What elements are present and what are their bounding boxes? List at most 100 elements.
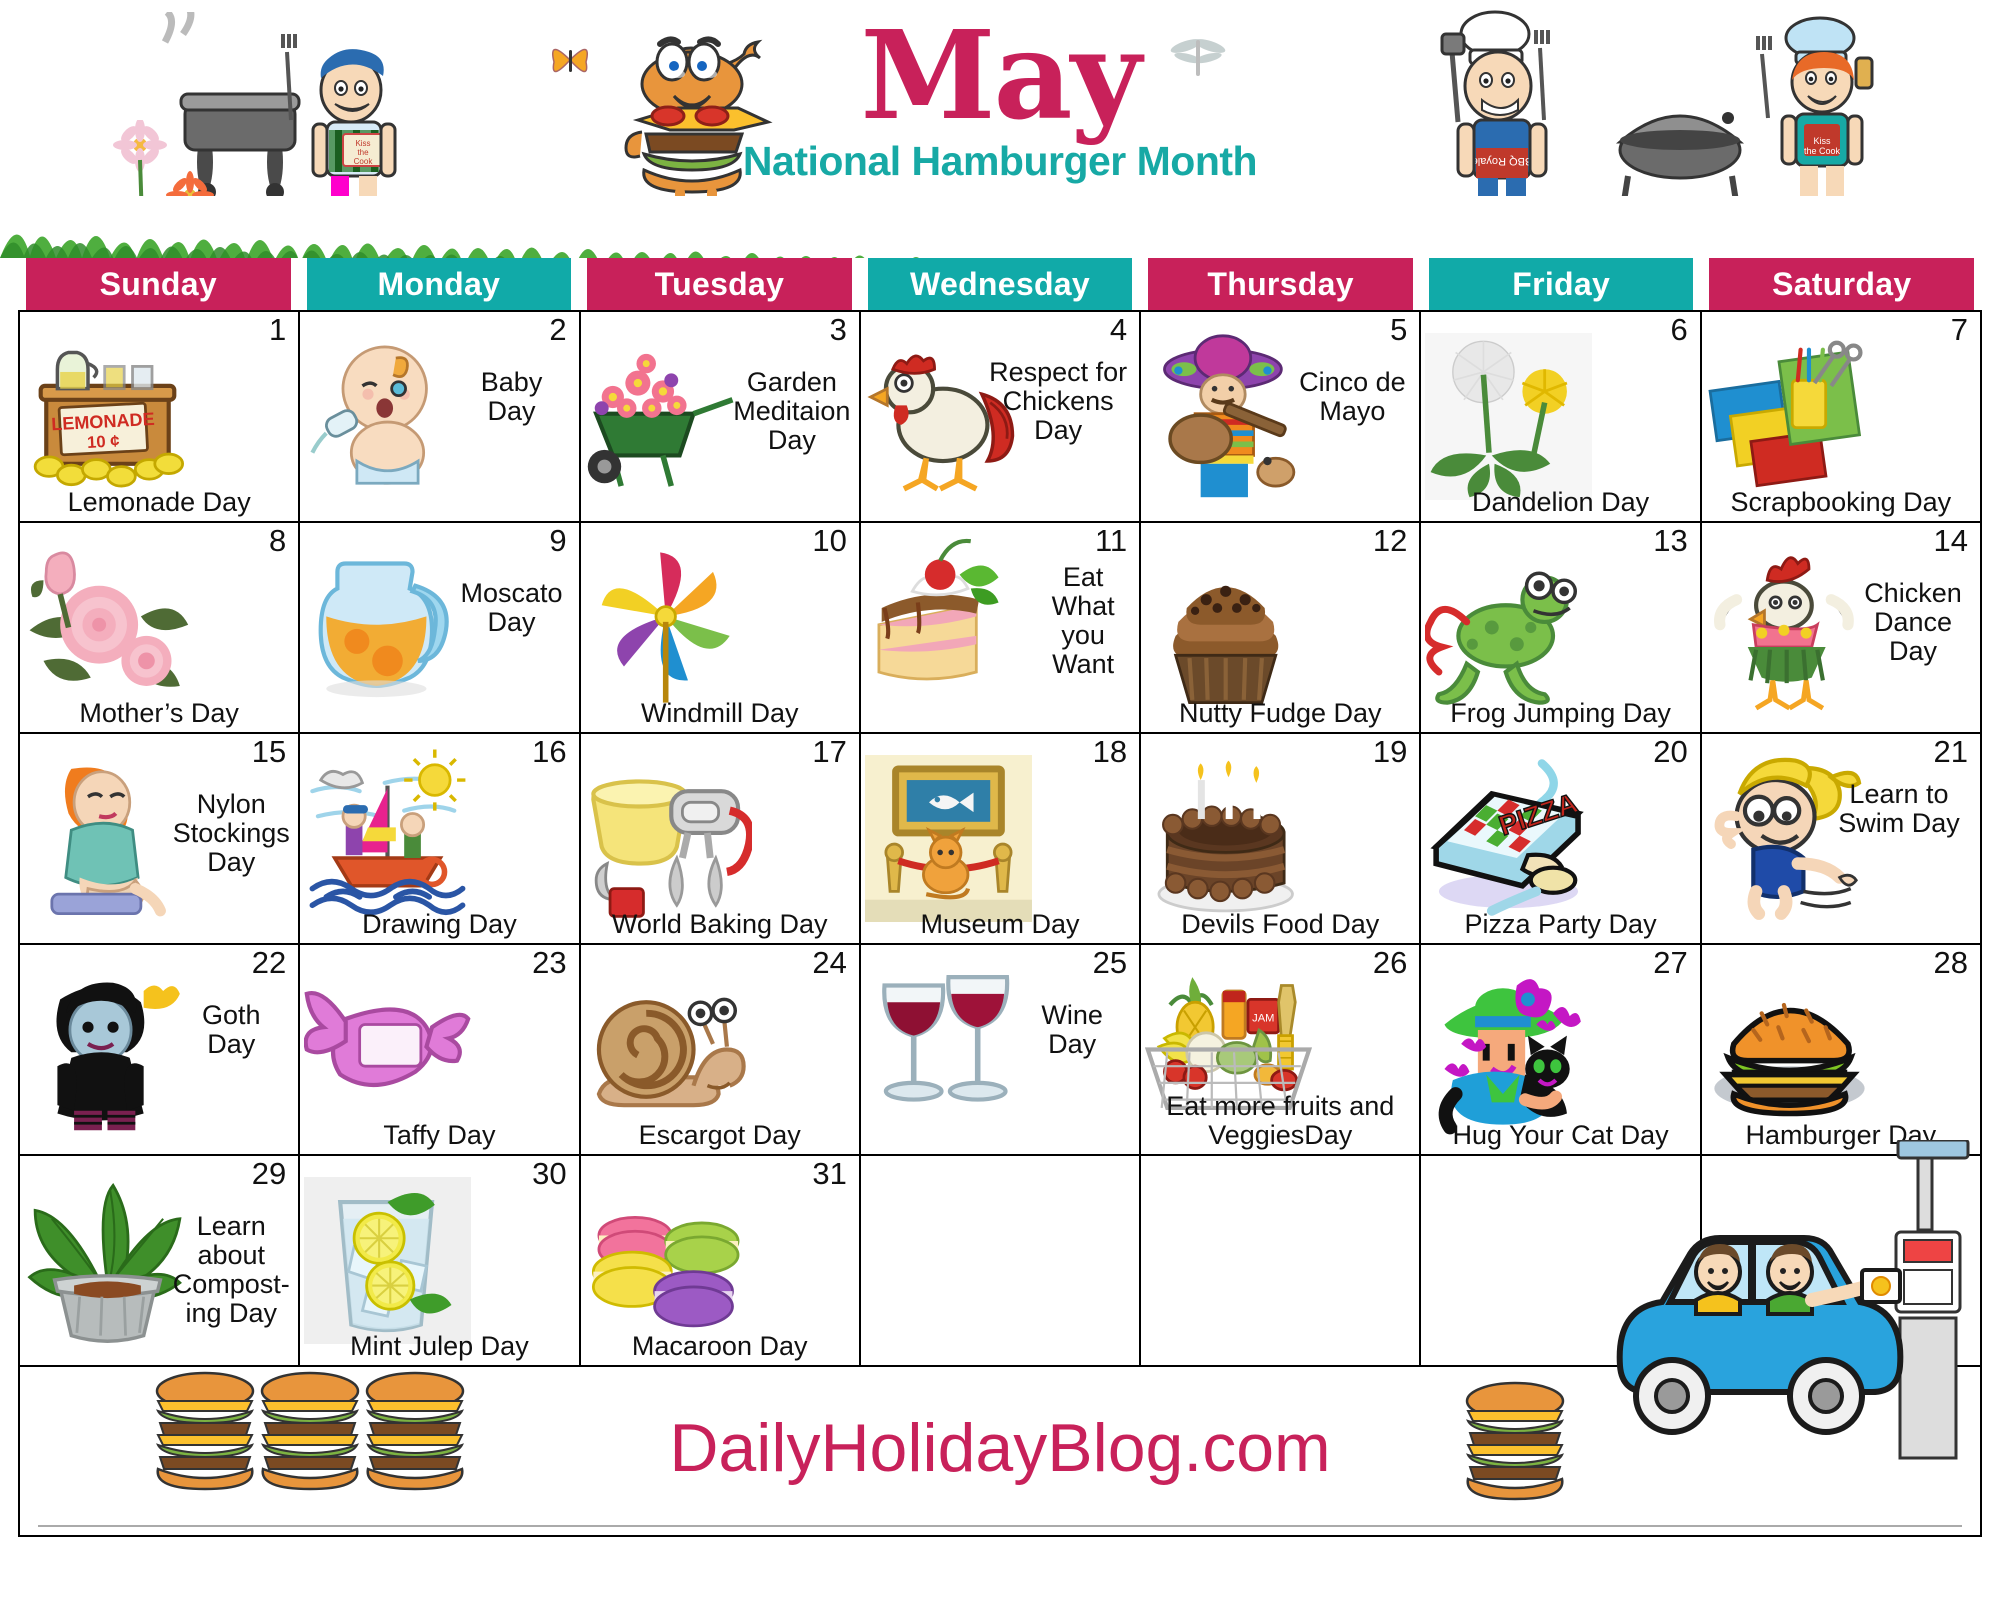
day-number: 6 (1670, 312, 1688, 347)
calendar-day-cell-10[interactable]: 10 Windmill Day (581, 523, 861, 732)
calendar-week-row: 22 Goth Day 23 Taffy Day 24 Escargot Day (20, 945, 1980, 1156)
svg-text:JAM: JAM (1252, 1013, 1274, 1025)
svg-text:Kiss: Kiss (355, 139, 370, 148)
day-number: 27 (1653, 945, 1688, 980)
calendar-day-cell-14[interactable]: 14 Chicken Dance Day (1702, 523, 1980, 732)
calendar-day-cell-6[interactable]: 6 Dandelion Day (1421, 312, 1702, 521)
calendar-day-cell-31[interactable]: 31 Macaroon Day (581, 1156, 861, 1365)
holiday-label: Windmill Day (640, 697, 799, 728)
holiday-label: Learn about Compost- ing Day (172, 1211, 290, 1329)
potted-plant-icon (24, 1160, 191, 1361)
day-number: 17 (812, 734, 847, 769)
holiday-label: Museum Day (920, 908, 1080, 939)
weekday-header-thursday: Thursday (1148, 258, 1413, 310)
calendar-banner: Kiss the Cook BBQ Royale Kiss the Cook M… (0, 0, 2000, 258)
day-number: 18 (1092, 734, 1128, 769)
holiday-label: Scrapbooking Day (1730, 486, 1952, 517)
day-number: 13 (1653, 523, 1688, 558)
day-number: 22 (251, 945, 287, 980)
holiday-label: Wine Day (1041, 1000, 1103, 1060)
day-number: 21 (1933, 734, 1968, 769)
holiday-label: Respect for Chickens Day (989, 357, 1128, 446)
weekday-header-saturday: Saturday (1709, 258, 1975, 310)
svg-text:BBQ Royale: BBQ Royale (1472, 155, 1533, 167)
calendar-day-cell-22[interactable]: 22 Goth Day (20, 945, 301, 1154)
calendar-day-cell-8[interactable]: 8 Mother’s Day (20, 523, 301, 732)
svg-text:the Cook: the Cook (1804, 146, 1841, 156)
cake-slice-icon (865, 527, 1032, 728)
weekday-header-sunday: Sunday (26, 258, 291, 310)
holiday-label: Frog Jumping Day (1450, 697, 1671, 728)
day-number: 16 (532, 734, 567, 769)
weekday-header-friday: Friday (1428, 258, 1694, 310)
holiday-label: Nylon Stockings Day (172, 789, 290, 878)
footer-rule (38, 1525, 1962, 1527)
calendar-day-cell-28[interactable]: 28 Hamburger Day (1702, 945, 1980, 1154)
day-number: 10 (812, 523, 847, 558)
calendar-day-cell-7[interactable]: 7 Scrapbooking Day (1702, 312, 1980, 521)
calendar-day-cell-21[interactable]: 21 Learn to Swim Day (1702, 734, 1980, 943)
day-number: 4 (1109, 312, 1128, 347)
wheelbarrow-flowers-icon (585, 316, 752, 517)
calendar-day-cell-20[interactable]: PIZZA 20 Pizza Party Day (1421, 734, 1702, 943)
calendar-day-cell-24[interactable]: 24 Escargot Day (581, 945, 861, 1154)
calendar-week-row: 8 Mother’s Day 9 Moscato Day 10 Windmill Da… (20, 523, 1980, 734)
day-number: 24 (812, 945, 847, 980)
calendar-day-cell-16[interactable]: 16 Drawing Day (300, 734, 581, 943)
calendar-day-cell-30[interactable]: 30 Mint Julep Day (300, 1156, 581, 1365)
calendar-day-cell-2[interactable]: 2 Baby Day (300, 312, 581, 521)
calendar-day-cell-13[interactable]: 13 Frog Jumping Day (1421, 523, 1702, 732)
holiday-label: Nutty Fudge Day (1178, 697, 1382, 728)
calendar-day-cell-4[interactable]: 4 Respect for Chickens Day (861, 312, 1142, 521)
calendar-day-cell-19[interactable]: 19 Devils Food Day (1141, 734, 1422, 943)
calendar-day-cell-23[interactable]: 23 Taffy Day (300, 945, 581, 1154)
calendar-day-cell-empty (861, 1156, 1142, 1365)
calendar-day-cell-26[interactable]: JAM 26 Eat more fruits and VeggiesDay (1141, 945, 1422, 1154)
calendar-week-row: 15 Nylon Stockings Day 16 Drawing Day 17… (20, 734, 1980, 945)
holiday-label: Goth Day (202, 1000, 261, 1060)
holiday-label: Eat What you Want (1051, 562, 1115, 680)
holiday-label: World Baking Day (611, 908, 828, 939)
calendar-day-cell-12[interactable]: 12 Nutty Fudge Day (1141, 523, 1422, 732)
svg-text:Kiss: Kiss (1813, 136, 1831, 146)
page-subtitle: National Hamburger Month (742, 138, 1258, 184)
calendar-day-cell-29[interactable]: 29 Learn about Compost- ing Day (20, 1156, 301, 1365)
day-number: 5 (1390, 312, 1408, 347)
holiday-label: Mint Julep Day (350, 1330, 529, 1361)
swimmer-kid-icon (1706, 738, 1873, 939)
day-number: 23 (532, 945, 567, 980)
title-block: May National Hamburger Month (720, 14, 1280, 185)
calendar-day-cell-5[interactable]: 5 Cinco de Mayo (1141, 312, 1422, 521)
calendar-day-cell-1[interactable]: LEMONADE 10 ¢ 1 Lemonade Day (20, 312, 301, 521)
svg-text:Cook: Cook (354, 157, 374, 166)
single-burger-art (1465, 1381, 1565, 1501)
holiday-label: Chicken Dance Day (1864, 578, 1962, 667)
day-number: 8 (269, 523, 287, 558)
calendar-day-cell-17[interactable]: 17 World Baking Day (581, 734, 861, 943)
calendar-day-cell-9[interactable]: 9 Moscato Day (300, 523, 581, 732)
holiday-label: Pizza Party Day (1464, 908, 1657, 939)
holiday-label: Learn to Swim Day (1838, 779, 1960, 839)
mariachi-icon (1145, 316, 1312, 517)
calendar-day-cell-11[interactable]: 11 Eat What you Want (861, 523, 1142, 732)
holiday-label: Dandelion Day (1471, 486, 1650, 517)
site-url[interactable]: DailyHolidayBlog.com (669, 1409, 1330, 1487)
calendar-day-cell-27[interactable]: 27 Hug Your Cat Day (1421, 945, 1702, 1154)
holiday-label: Macaroon Day (631, 1330, 808, 1361)
day-number: 31 (812, 1156, 847, 1191)
calendar-day-cell-15[interactable]: 15 Nylon Stockings Day (20, 734, 301, 943)
day-number: 12 (1372, 523, 1408, 558)
weekday-header-tuesday: Tuesday (587, 258, 852, 310)
drive-thru-car-art (1616, 1140, 1970, 1460)
calendar-page: Kiss the Cook BBQ Royale Kiss the Cook M… (0, 0, 2000, 1610)
calendar-day-cell-3[interactable]: 3 Garden Meditaion Day (581, 312, 861, 521)
calendar-day-cell-18[interactable]: 18 Museum Day (861, 734, 1142, 943)
stacked-burgers-art (155, 1371, 465, 1491)
calendar-day-cell-25[interactable]: 25 Wine Day (861, 945, 1142, 1154)
day-number: 1 (269, 312, 287, 347)
holiday-label: Lemonade Day (67, 486, 251, 517)
juice-pitcher-icon (304, 527, 471, 728)
holiday-label: Eat more fruits and VeggiesDay (1166, 1090, 1395, 1150)
weekday-header-row: Sunday Monday Tuesday Wednesday Thursday Frid… (18, 258, 1982, 310)
grass-border-art (0, 196, 2000, 258)
